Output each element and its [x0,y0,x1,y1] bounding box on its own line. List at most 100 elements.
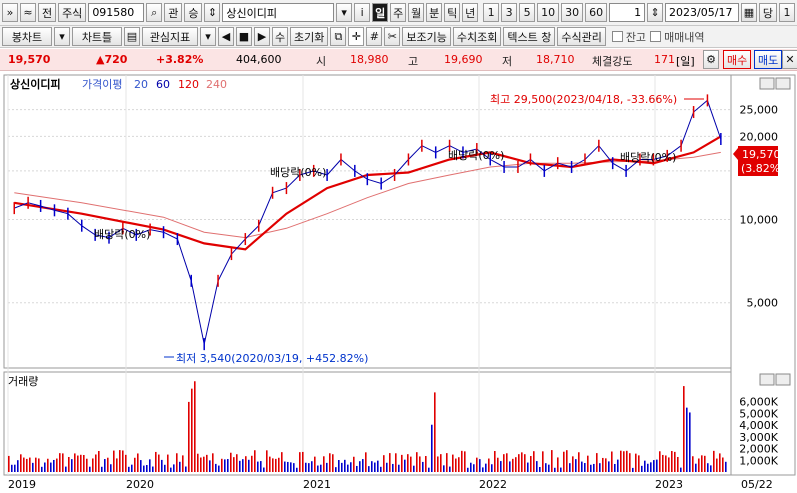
formula-button[interactable]: 수식관리 [557,27,606,46]
volume-bar [482,467,484,472]
volume-bar [380,466,382,472]
dropdown-chevron-icon[interactable]: ▾ [200,27,216,46]
volume-bar [662,454,664,472]
overlay-icon[interactable]: ⧉ [330,27,347,46]
volume-bar [38,458,40,472]
price-panel-minimize-button[interactable] [759,77,775,90]
volume-bar [524,454,526,472]
toolbar-top: » ≈ 전 주식 091580 ⌕ 관 승 ⇕ 상신이디피 ▾ i 일주월분틱년… [0,0,797,26]
reset-button[interactable]: 초기화 [290,27,329,46]
scissors-icon[interactable]: ✂ [384,27,401,46]
calendar-icon[interactable]: ▦ [740,3,757,22]
link-toggle-button[interactable]: ≈ [19,3,36,22]
volume-bar [410,456,412,472]
gear-icon[interactable]: ⚙ [703,50,719,69]
search-icon[interactable]: ⌕ [146,3,163,22]
price-panel[interactable] [3,74,732,369]
count-input[interactable]: 1 [609,3,646,22]
crosshair-icon[interactable]: ✛ [348,27,365,46]
volume-bar [161,459,163,472]
market-select[interactable]: 주식 [58,3,87,22]
end-button[interactable]: 1 [779,3,795,22]
buy-button[interactable]: 매수 [723,50,752,69]
volume-bar [341,462,343,472]
volume-bar [707,463,709,472]
volume-bar [725,461,727,472]
period-tab-2[interactable]: 월 [408,3,425,22]
volume-bar [548,464,550,472]
volume-bar [158,454,160,472]
volume-panel-close-button[interactable] [775,373,791,386]
value-lookup-button[interactable]: 수치조회 [452,27,502,46]
minute-tab-30[interactable]: 30 [561,3,584,22]
volume-bar [95,454,97,472]
volume-bar [554,467,556,472]
x-tick-label: 2020 [126,478,154,491]
volume-bar [89,466,91,472]
chart-frame-button[interactable]: 차트틀 [72,27,122,46]
x-tick-label: 2023 [655,478,683,491]
volume-bar [125,454,127,472]
volume-bar [200,457,202,472]
period-tab-0[interactable]: 일 [372,3,389,22]
prefix-button[interactable]: 전 [37,3,57,22]
volume-tick-label: 1,000K [739,454,778,467]
volume-bar [371,461,373,472]
gwan-button[interactable]: 관 [164,3,183,22]
volume-bar [386,462,388,472]
expand-button[interactable]: » [2,3,18,22]
sell-button[interactable]: 매도 [754,50,783,69]
minute-tab-3[interactable]: 3 [501,3,518,22]
balance-checkbox[interactable]: 잔고 [611,29,646,45]
volume-bar [656,459,658,472]
volume-bar [719,453,721,472]
minute-tab-60[interactable]: 60 [585,3,608,22]
info-button[interactable]: i [354,3,371,22]
volume-bar [473,464,475,472]
volume-panel-minimize-button[interactable] [759,373,775,386]
dang-button[interactable]: 당 [758,3,777,22]
trades-checkbox[interactable]: 매매내역 [650,29,705,45]
spin-icon[interactable]: ⇕ [647,3,664,22]
interest-indicator-button[interactable]: 관심지표 [142,27,198,46]
close-icon[interactable]: ✕ [782,50,797,69]
checkbox-box[interactable] [611,31,623,42]
volume-bar [275,458,277,472]
minute-tab-1[interactable]: 1 [483,3,500,22]
su-button[interactable]: 수 [272,27,288,46]
candle-chart-button[interactable]: 봉차트 [2,27,52,46]
dropdown-chevron-icon[interactable]: ▾ [336,3,353,22]
open-value: 18,980 [350,53,389,66]
stock-chart[interactable]: 25,00020,00015,00010,0005,000 6,000K5,00… [0,72,797,493]
volume-bar [338,460,340,472]
period-tab-3[interactable]: 분 [426,3,443,22]
spin-updown-icon[interactable]: ⇕ [204,3,221,22]
stock-name-field[interactable]: 상신이디피 [222,3,335,22]
period-tab-4[interactable]: 틱 [444,3,461,22]
period-tab-1[interactable]: 주 [390,3,407,22]
volume-bar [626,450,628,472]
volume-bar [227,459,229,472]
save-icon[interactable]: ▤ [124,27,140,46]
checkbox-box[interactable] [650,31,662,42]
volume-bar [233,457,235,472]
candle-dropdown-icon[interactable]: ▾ [54,27,70,46]
volume-bar [578,452,580,472]
date-input[interactable]: 2023/05/17 [665,3,739,22]
aux-function-button[interactable]: 보조기능 [402,27,451,46]
volume-bar [605,458,607,472]
stock-code-input[interactable]: 091580 [88,3,145,22]
volume-bar [476,457,478,472]
period-tab-5[interactable]: 년 [462,3,479,22]
seung-button[interactable]: 승 [184,3,203,22]
minute-tab-5[interactable]: 5 [519,3,536,22]
next-icon[interactable]: ▶ [254,27,270,46]
price-panel-close-button[interactable] [775,77,791,90]
minute-tab-10[interactable]: 10 [537,3,560,22]
prev-icon[interactable]: ◀ [218,27,234,46]
volume-bar [347,464,349,472]
volume-bar [584,463,586,472]
stop-icon[interactable]: ■ [236,27,252,46]
text-window-button[interactable]: 텍스트 창 [503,27,556,46]
hash-icon[interactable]: # [366,27,383,46]
